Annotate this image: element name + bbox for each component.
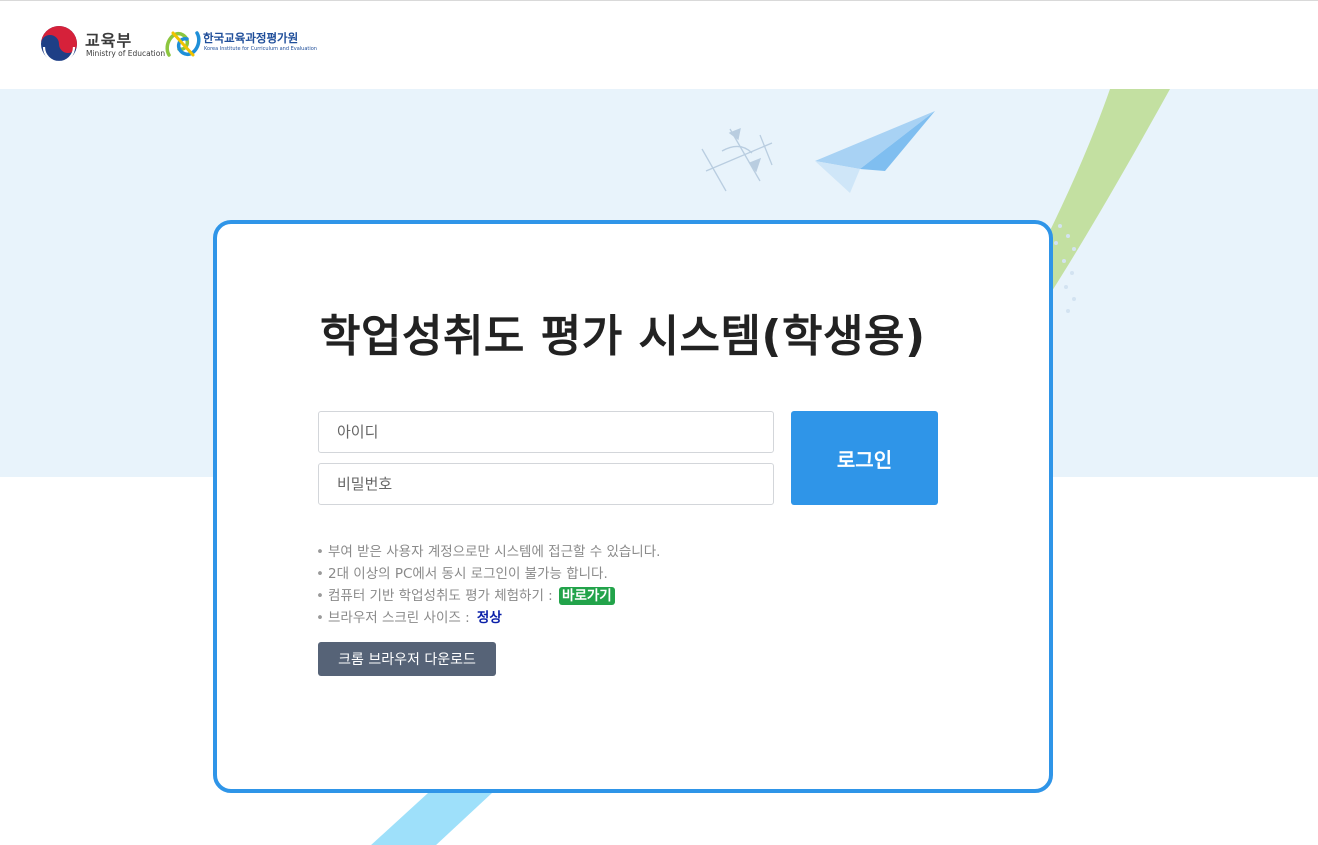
login-card: 학업성취도 평가 시스템(학생용) 로그인 • 부여 받은 사용자 계정으로만 …: [213, 220, 1053, 793]
notice-text: 컴퓨터 기반 학업성취도 평가 체험하기 :: [328, 588, 553, 604]
taegeuk-emblem-icon: [41, 26, 77, 63]
bullet: •: [316, 566, 324, 582]
chrome-download-button[interactable]: 크롬 브라우저 다운로드: [318, 642, 496, 676]
notice-text: 부여 받은 사용자 계정으로만 시스템에 접근할 수 있습니다.: [328, 544, 661, 560]
notice-text: 2대 이상의 PC에서 동시 로그인이 불가능 합니다.: [328, 566, 608, 582]
login-button[interactable]: 로그인: [791, 411, 938, 505]
notice-item: • 브라우저 스크린 사이즈 : 정상: [316, 607, 916, 629]
bullet: •: [316, 544, 324, 560]
screen-size-status: 정상: [476, 610, 502, 626]
bullet: •: [316, 610, 324, 626]
user-id-input[interactable]: [318, 411, 774, 453]
notice-list: • 부여 받은 사용자 계정으로만 시스템에 접근할 수 있습니다. • 2대 …: [316, 541, 916, 629]
bullet: •: [316, 588, 324, 604]
kice-emblem-icon: [165, 31, 201, 57]
notice-text: 브라우저 스크린 사이즈 :: [328, 610, 470, 626]
notice-item: • 2대 이상의 PC에서 동시 로그인이 불가능 합니다.: [316, 563, 916, 585]
kice-name-english: Korea Institute for Curriculum and Evalu…: [204, 46, 317, 52]
notice-item: • 부여 받은 사용자 계정으로만 시스템에 접근할 수 있습니다.: [316, 541, 916, 563]
page-title: 학업성취도 평가 시스템(학생용): [320, 311, 926, 362]
notice-item: • 컴퓨터 기반 학업성취도 평가 체험하기 : 바로가기: [316, 585, 916, 607]
ministry-name-english: Ministry of Education: [86, 49, 166, 58]
password-input[interactable]: [318, 463, 774, 505]
go-to-trial-button[interactable]: 바로가기: [559, 587, 615, 605]
header: 교육부 Ministry of Education 한국교육과정평가원 Kore…: [0, 1, 1318, 89]
kice-name: 한국교육과정평가원: [203, 31, 299, 45]
ministry-of-education-logo[interactable]: 교육부 Ministry of Education: [40, 23, 166, 63]
kice-logo[interactable]: 한국교육과정평가원 Korea Institute for Curriculum…: [163, 23, 323, 63]
ministry-name: 교육부: [85, 31, 133, 50]
blue-stripe-shape: [371, 793, 492, 845]
